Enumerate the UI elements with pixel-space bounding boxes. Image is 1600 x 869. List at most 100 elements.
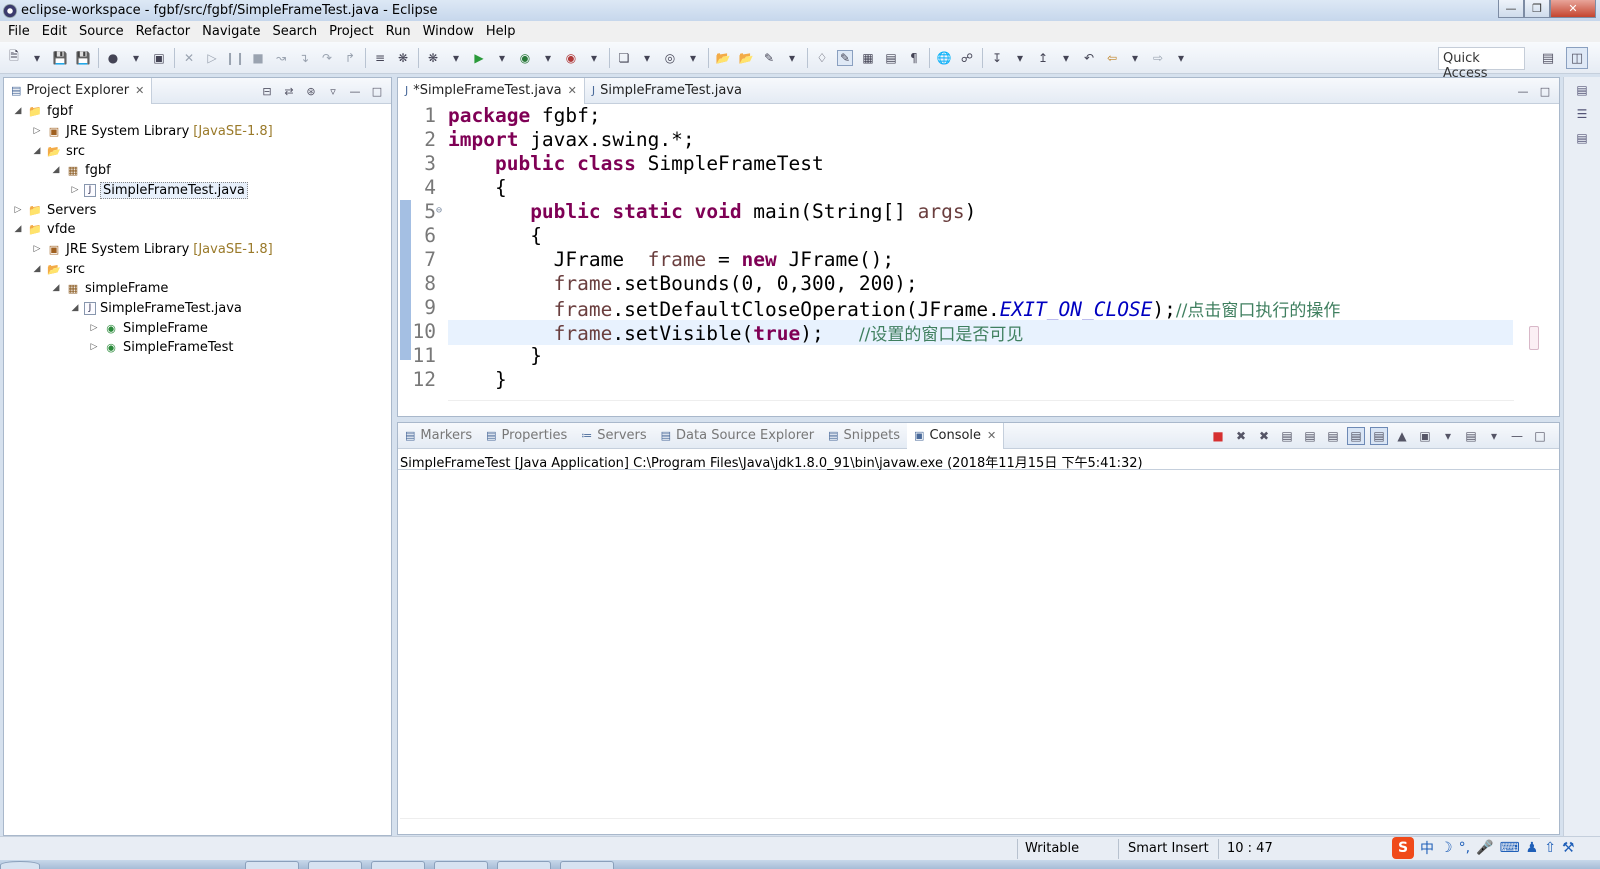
taskbar-item[interactable]	[497, 861, 551, 869]
taskbar-item[interactable]	[434, 861, 488, 869]
save-all-icon[interactable]: 💾	[75, 50, 91, 66]
terminal-icon[interactable]: ▣	[151, 50, 167, 66]
expand-arrow-icon[interactable]: ◢	[12, 224, 24, 234]
dropdown-icon[interactable]: ▾	[784, 50, 800, 66]
collapse-arrow-icon[interactable]: ▷	[88, 323, 100, 333]
tab-console[interactable]: ▣ Console ✕	[907, 422, 1005, 449]
save-icon[interactable]: 💾	[52, 50, 68, 66]
tab-snippets[interactable]: ▤ Snippets	[821, 423, 907, 449]
editor-horizontal-scrollbar[interactable]	[448, 400, 1514, 414]
tab-servers[interactable]: ≔ Servers	[574, 423, 653, 449]
mark-occurrences-icon[interactable]: ✎	[837, 49, 853, 66]
dropdown-icon[interactable]: ▾	[494, 50, 510, 66]
next-annotation-icon[interactable]: ↧	[989, 50, 1005, 66]
resume-icon[interactable]: ▷	[204, 50, 220, 66]
display-console-icon[interactable]: ▣	[1416, 427, 1434, 445]
chinese-mode-icon[interactable]: 中	[1420, 838, 1434, 858]
dropdown-icon[interactable]: ▾	[1173, 50, 1189, 66]
tree-node-package-fgbf[interactable]: ◢ ▦ fgbf	[50, 160, 111, 180]
close-icon[interactable]: ✕	[568, 84, 577, 97]
java-perspective-icon[interactable]: ◫	[1566, 47, 1588, 69]
tab-simpleframetest[interactable]: J SimpleFrameTest.java	[585, 78, 749, 104]
step-into-icon[interactable]: ↴	[296, 50, 312, 66]
maximize-button[interactable]: ❐	[1524, 0, 1550, 18]
pin-console-icon[interactable]: ▲	[1393, 427, 1411, 445]
taskbar-item[interactable]	[560, 861, 614, 869]
link-with-editor-icon[interactable]: ⇄	[281, 83, 297, 99]
dropdown-icon[interactable]: ▾	[1485, 427, 1503, 445]
step-return-icon[interactable]: ↱	[342, 50, 358, 66]
tree-node-package-simpleframe[interactable]: ◢ ▦ simpleFrame	[50, 278, 169, 298]
menu-search[interactable]: Search	[266, 24, 323, 39]
dropdown-icon[interactable]: ▾	[1127, 50, 1143, 66]
minimize-icon[interactable]: —	[1508, 427, 1526, 445]
use-step-filters-icon[interactable]: ≡	[372, 50, 388, 66]
skin-icon[interactable]: ⇧	[1544, 840, 1556, 856]
tools-icon[interactable]: ⚒	[1562, 840, 1575, 856]
forward-icon[interactable]: ⇨	[1150, 50, 1166, 66]
menu-navigate[interactable]: Navigate	[196, 24, 266, 39]
expand-arrow-icon[interactable]: ◢	[50, 165, 62, 175]
collapse-arrow-icon[interactable]: ▷	[12, 205, 24, 215]
tab-properties[interactable]: ▤ Properties	[479, 423, 574, 449]
show-whitespace-icon[interactable]: ¶	[906, 50, 922, 66]
block-selection-icon[interactable]: ▦	[860, 50, 876, 66]
half-width-icon[interactable]: ☽	[1440, 840, 1453, 856]
dropdown-icon[interactable]: ▾	[540, 50, 556, 66]
run-icon[interactable]: ▶	[471, 50, 487, 66]
remove-launch-icon[interactable]: ✖	[1232, 427, 1250, 445]
console-horizontal-scrollbar[interactable]	[400, 818, 1540, 832]
maximize-icon[interactable]: □	[1531, 427, 1549, 445]
show-on-stdout-icon[interactable]: ▤	[1347, 427, 1365, 445]
code-editor[interactable]: 1 2 3 4 5 6 7 8 9 10 11 12 ⊖ package fgb…	[398, 104, 1559, 396]
word-wrap-icon[interactable]: ▤	[883, 50, 899, 66]
user-icon[interactable]: ♟	[1526, 840, 1539, 856]
close-icon[interactable]: ✕	[987, 429, 996, 442]
dropdown-icon[interactable]: ▾	[685, 50, 701, 66]
suspend-icon[interactable]: ❙❙	[225, 50, 245, 66]
fold-collapse-icon[interactable]: ⊖	[436, 205, 442, 216]
tree-node-src[interactable]: ◢ 📂 src	[31, 141, 85, 161]
globe-icon[interactable]: 🌐	[936, 50, 952, 66]
previous-annotation-icon[interactable]: ↥	[1035, 50, 1051, 66]
tree-node-class-simpleframetest[interactable]: ▷ ◉ SimpleFrameTest	[88, 337, 234, 357]
open-perspective-icon[interactable]: ▤	[1537, 47, 1559, 69]
last-edit-icon[interactable]: ↶	[1081, 50, 1097, 66]
punctuation-icon[interactable]: °,	[1459, 840, 1470, 856]
tree-node-jre-library[interactable]: ▷ ▣ JRE System Library [JavaSE-1.8]	[31, 121, 273, 141]
new-package-icon[interactable]: ◎	[662, 50, 678, 66]
maximize-icon[interactable]: □	[369, 83, 385, 99]
close-icon[interactable]: ✕	[135, 84, 144, 97]
remove-all-terminated-icon[interactable]: ✖	[1255, 427, 1273, 445]
open-type-icon[interactable]: 📂	[715, 50, 731, 66]
maximize-icon[interactable]: □	[1537, 83, 1553, 99]
clear-console-icon[interactable]: ▤	[1278, 427, 1296, 445]
dropdown-icon[interactable]: ▾	[29, 50, 45, 66]
taskbar-item[interactable]	[371, 861, 425, 869]
overview-ruler-marker[interactable]	[1529, 326, 1539, 350]
search-icon[interactable]: ✎	[761, 50, 777, 66]
tab-project-explorer[interactable]: ▤ Project Explorer ✕	[4, 77, 153, 104]
menu-source[interactable]: Source	[73, 24, 130, 39]
minimize-icon[interactable]: —	[1515, 83, 1531, 99]
menu-project[interactable]: Project	[323, 24, 379, 39]
tree-node-jre-library[interactable]: ▷ ▣ JRE System Library [JavaSE-1.8]	[31, 239, 273, 259]
new-java-project-icon[interactable]: ❏	[616, 50, 632, 66]
tab-data-source-explorer[interactable]: ▤ Data Source Explorer	[654, 423, 822, 449]
open-console-icon[interactable]: ▤	[1462, 427, 1480, 445]
profile-icon[interactable]: ●	[105, 50, 121, 66]
dropdown-icon[interactable]: ▾	[586, 50, 602, 66]
taskbar-item[interactable]	[308, 861, 362, 869]
menu-run[interactable]: Run	[380, 24, 417, 39]
dropdown-icon[interactable]: ▾	[639, 50, 655, 66]
tab-markers[interactable]: ▤ Markers	[398, 423, 479, 449]
show-on-stderr-icon[interactable]: ▤	[1370, 427, 1388, 445]
expand-arrow-icon[interactable]: ◢	[69, 303, 81, 313]
terminate-icon[interactable]: ■	[250, 50, 266, 66]
menu-file[interactable]: File	[2, 24, 36, 39]
word-wrap-icon[interactable]: ▤	[1324, 427, 1342, 445]
dropdown-icon[interactable]: ▾	[1439, 427, 1457, 445]
editor-vertical-scrollbar[interactable]	[1542, 104, 1559, 396]
external-tools-icon[interactable]: ◉	[563, 50, 579, 66]
toggle-breadcrumb-icon[interactable]: ♢	[814, 50, 830, 66]
